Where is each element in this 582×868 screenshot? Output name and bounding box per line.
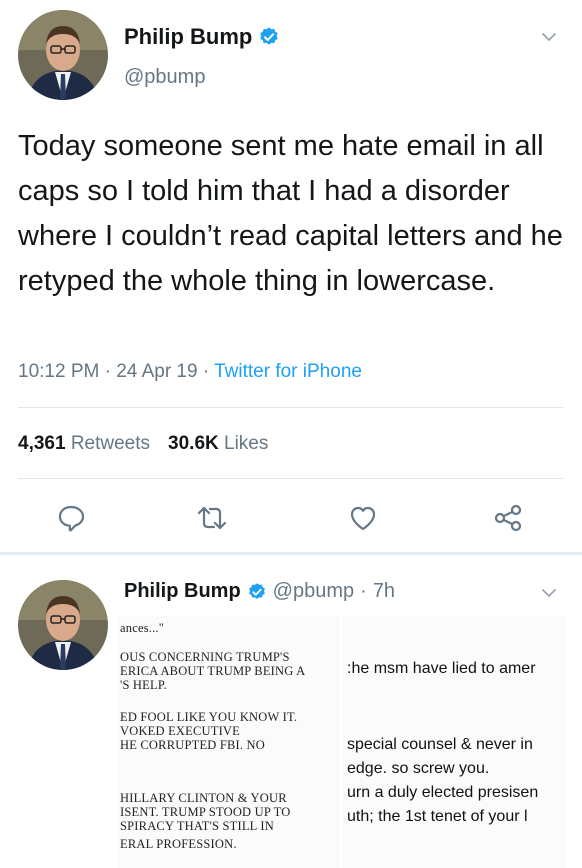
tweet-separator: [0, 552, 582, 555]
meta-dot: ·: [360, 580, 367, 602]
share-icon[interactable]: [492, 502, 524, 534]
like-icon[interactable]: [347, 502, 379, 534]
image-text-line: SPIRACY THAT'S STILL IN: [120, 819, 274, 833]
meta-dot: ·: [104, 361, 117, 382]
retweets-count: 4,361: [18, 433, 66, 454]
image-text-line: ances...": [120, 621, 165, 635]
image-text-line: OUS CONCERNING TRUMP'S: [120, 650, 290, 664]
author-name[interactable]: Philip Bump: [124, 24, 252, 50]
chevron-down-icon[interactable]: [540, 28, 558, 46]
tweet-source-link[interactable]: Twitter for iPhone: [214, 361, 362, 382]
tweet-actions: [0, 496, 582, 540]
tweet-date[interactable]: 24 Apr 19: [116, 361, 197, 382]
verified-icon: [248, 582, 265, 599]
verified-icon: [260, 27, 279, 45]
attached-image-left[interactable]: ances..." OUS CONCERNING TRUMP'S ERICA A…: [118, 616, 340, 868]
image-text-line: :he msm have lied to amer: [347, 660, 536, 677]
image-text-line: ED FOOL LIKE YOU KNOW IT.: [120, 710, 298, 724]
tweet-stats: 4,361 Retweets 30.6K Likes: [18, 433, 268, 455]
retweet-icon[interactable]: [196, 502, 228, 534]
image-text-line: urn a duly elected presisen: [347, 784, 539, 801]
divider: [18, 478, 564, 479]
image-text-line: special counsel & never in: [347, 736, 533, 753]
reply-tweet[interactable]: Philip Bump @pbump · 7h ances..." OUS CO…: [0, 560, 582, 868]
divider: [18, 407, 564, 408]
tweet-meta: 10:12 PM · 24 Apr 19 · Twitter for iPhon…: [18, 361, 362, 383]
image-text-line: HE CORRUPTED FBI. NO: [120, 738, 265, 752]
reply-header[interactable]: Philip Bump @pbump · 7h: [124, 580, 395, 603]
likes-stat[interactable]: 30.6K Likes: [168, 433, 268, 454]
retweets-label: Retweets: [70, 433, 151, 454]
author-avatar[interactable]: [18, 10, 108, 100]
main-tweet: Philip Bump @pbump Today someone sent me…: [0, 0, 582, 555]
author-name[interactable]: Philip Bump: [124, 580, 241, 603]
author-name-row[interactable]: Philip Bump: [124, 24, 280, 50]
tweet-time[interactable]: 10:12 PM: [18, 361, 99, 382]
image-text-line: uth; the 1st tenet of your l: [347, 808, 528, 825]
image-text-line: VOKED EXECUTIVE: [120, 724, 240, 738]
meta-dot: ·: [202, 361, 215, 382]
tweet-text: Today someone sent me hate email in all …: [18, 130, 563, 297]
reply-icon[interactable]: [55, 502, 87, 534]
author-handle[interactable]: @pbump: [124, 66, 205, 89]
image-text-line: 'S HELP.: [120, 678, 167, 692]
image-text-line: ERAL PROFESSION.: [120, 837, 237, 851]
image-text-line: ERICA ABOUT TRUMP BEING A: [120, 664, 306, 678]
author-handle[interactable]: @pbump: [273, 580, 354, 603]
reply-age[interactable]: 7h: [373, 580, 395, 603]
chevron-down-icon[interactable]: [540, 584, 558, 602]
attached-image-right[interactable]: :he msm have lied to amer special counse…: [343, 616, 565, 868]
retweets-stat[interactable]: 4,361 Retweets: [18, 433, 150, 454]
image-text-line: ISENT. TRUMP STOOD UP TO: [120, 805, 291, 819]
image-text-line: edge. so screw you.: [347, 760, 490, 777]
image-text-line: HILLARY CLINTON & YOUR: [120, 791, 287, 805]
likes-count: 30.6K: [168, 433, 219, 454]
author-avatar[interactable]: [18, 580, 108, 670]
likes-label: Likes: [224, 433, 269, 454]
